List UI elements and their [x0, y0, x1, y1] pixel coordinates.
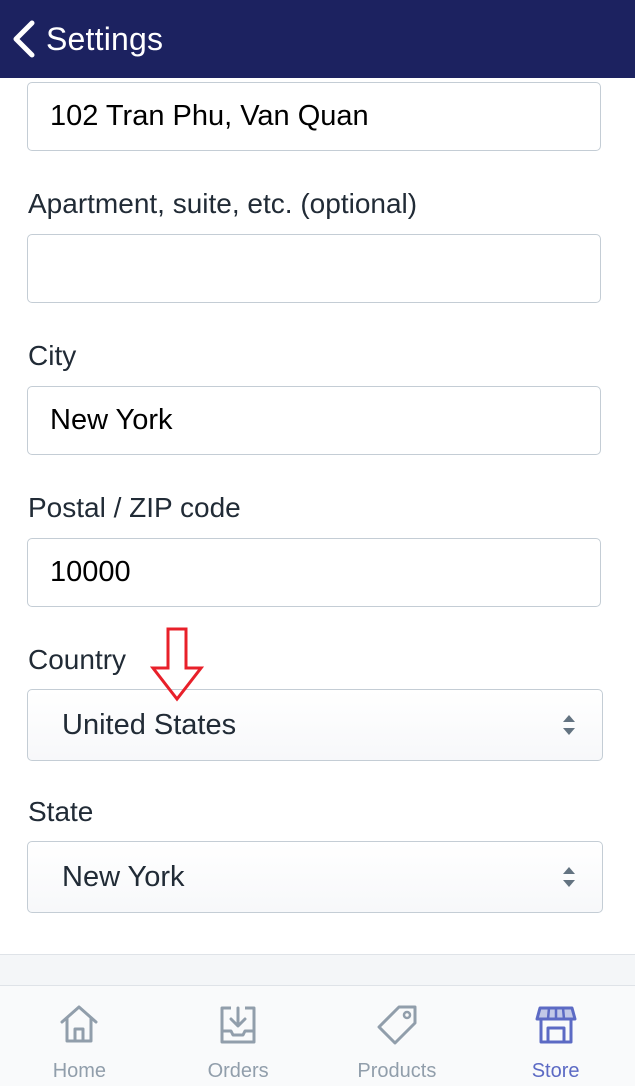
- state-label: State: [28, 796, 94, 827]
- city-value: New York: [50, 404, 173, 436]
- store-icon: [535, 1006, 577, 1044]
- select-updown-icon: [563, 715, 575, 735]
- bottom-tab-bar: Home Orders Products Store: [0, 985, 635, 1086]
- tab-home-label: Home: [52, 1060, 107, 1082]
- chevron-left-icon: [13, 20, 35, 58]
- tab-home[interactable]: Home: [0, 986, 159, 1086]
- city-field[interactable]: New York: [27, 386, 601, 455]
- tab-orders-label: Orders: [207, 1060, 269, 1082]
- apartment-label: Apartment, suite, etc. (optional): [28, 188, 418, 219]
- address-field[interactable]: 102 Tran Phu, Van Quan: [27, 82, 601, 151]
- postal-code-field[interactable]: 10000: [27, 538, 601, 607]
- postal-code-label: Postal / ZIP code: [28, 492, 241, 523]
- country-label: Country: [28, 644, 127, 675]
- tab-products-label: Products: [357, 1060, 437, 1082]
- address-value: 102 Tran Phu, Van Quan: [50, 100, 369, 132]
- section-separator: [0, 955, 635, 985]
- tab-store-label: Store: [531, 1060, 580, 1082]
- home-icon: [60, 1005, 98, 1043]
- red-down-arrow-icon: [150, 627, 204, 702]
- tag-icon: [377, 1005, 417, 1045]
- orders-tray-icon: [220, 1006, 256, 1044]
- apartment-field[interactable]: [27, 234, 601, 303]
- city-label: City: [28, 340, 77, 371]
- select-updown-icon: [563, 867, 575, 887]
- tab-orders[interactable]: Orders: [159, 986, 318, 1086]
- country-select[interactable]: United States: [27, 689, 603, 761]
- state-select[interactable]: New York: [27, 841, 603, 913]
- tab-store[interactable]: Store: [476, 986, 635, 1086]
- tab-products[interactable]: Products: [318, 986, 477, 1086]
- postal-code-value: 10000: [50, 556, 131, 588]
- country-selected-value: United States: [62, 708, 237, 741]
- page-title: Settings: [46, 20, 164, 57]
- top-nav-bar: Settings: [0, 0, 635, 78]
- address-form: 102 Tran Phu, Van Quan Apartment, suite,…: [0, 78, 635, 955]
- state-selected-value: New York: [62, 860, 185, 893]
- back-button[interactable]: Settings: [0, 0, 163, 78]
